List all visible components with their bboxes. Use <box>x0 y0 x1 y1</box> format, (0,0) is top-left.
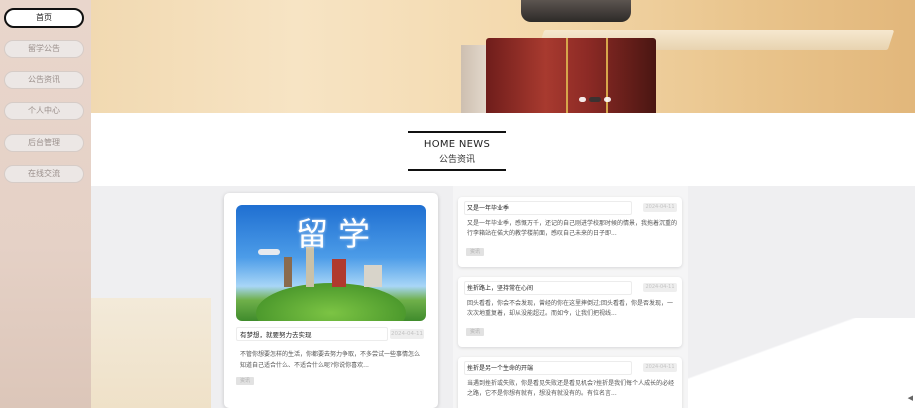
news-title[interactable]: 挫折是另一个生命的开端 <box>467 363 533 372</box>
news-date: 2024-04-11 <box>643 363 677 372</box>
featured-news-summary: 不管你想要怎样的生活，你都要去努力争取，不多尝试一些事情怎么知道自己适合什么、不… <box>240 351 421 369</box>
news-content: 留学 有梦想，就要努力去实现 2024-04-11 不管你想要怎样的生活，你都要… <box>91 186 915 408</box>
sidebar-item-online-chat[interactable]: 在线交流 <box>4 165 84 183</box>
news-list-item[interactable]: 又是一年毕业季 2024-04-11 又是一年毕业季，感慨万千，还记的自己刚进学… <box>458 197 682 267</box>
news-summary: 当遇到挫折或失败，你是看见失败还是看见机会?挫折是我们每个人成长的必经之路，它不… <box>467 380 675 397</box>
section-title-en: HOME NEWS <box>423 139 491 150</box>
news-list-item[interactable]: 挫折是另一个生命的开端 2024-04-11 当遇到挫折或失败，你是看见失败还是… <box>458 357 682 408</box>
sidebar-item-admin[interactable]: 后台管理 <box>4 134 84 152</box>
news-summary: 又是一年毕业季，感慨万千，还记的自己刚进学校那时候的情景，我拖着沉重的行李箱站在… <box>467 220 678 237</box>
carousel-dot-3[interactable] <box>604 97 611 102</box>
landmark-temple <box>332 259 346 287</box>
banner-book-stack <box>486 38 656 113</box>
featured-news-card[interactable]: 留学 有梦想，就要努力去实现 2024-04-11 不管你想要怎样的生活，你都要… <box>224 193 438 408</box>
banner-object <box>521 0 631 22</box>
sidebar-item-home[interactable]: 首页 <box>4 8 84 28</box>
carousel-indicators <box>579 97 611 102</box>
news-tag[interactable]: 资讯 <box>466 248 484 256</box>
news-date: 2024-04-11 <box>643 203 677 212</box>
news-date: 2024-04-11 <box>643 283 677 292</box>
news-summary: 回头看看，你会不会发现，曾经的你在这里摔倒过;回头看看，你是否发现，一次次地重复… <box>467 300 674 317</box>
news-list-item[interactable]: 挫折路上，坚持常在心间 2024-04-11 回头看看，你会不会发现，曾经的你在… <box>458 277 682 347</box>
news-title[interactable]: 挫折路上，坚持常在心间 <box>467 283 533 292</box>
news-tag[interactable]: 资讯 <box>466 328 484 336</box>
sidebar-nav: 首页 留学公告 公告资讯 个人中心 后台管理 在线交流 <box>0 0 91 408</box>
featured-news-image[interactable]: 留学 <box>236 205 426 321</box>
news-list: 又是一年毕业季 2024-04-11 又是一年毕业季，感慨万千，还记的自己刚进学… <box>453 186 688 408</box>
landmark-building <box>364 265 382 287</box>
featured-image-text: 留学 <box>296 215 381 253</box>
landmark-tower <box>284 257 292 287</box>
airplane-icon <box>258 249 280 255</box>
carousel-dot-2[interactable] <box>589 97 601 102</box>
section-header: HOME NEWS 公告资讯 <box>91 113 915 186</box>
section-title-box: HOME NEWS 公告资讯 <box>408 131 506 171</box>
section-title-cn: 公告资讯 <box>438 155 475 165</box>
scroll-left-arrow-icon[interactable]: ◀ <box>908 394 913 402</box>
news-title[interactable]: 又是一年毕业季 <box>467 203 509 212</box>
background-decoration <box>91 298 211 408</box>
globe-hill <box>256 283 406 321</box>
featured-news-title[interactable]: 有梦想，就要努力去实现 <box>240 329 312 339</box>
featured-title-row: 有梦想，就要努力去实现 2024-04-11 <box>236 327 426 341</box>
carousel-dot-1[interactable] <box>579 97 586 102</box>
featured-news-tag[interactable]: 资讯 <box>236 377 254 385</box>
sidebar-item-news[interactable]: 公告资讯 <box>4 71 84 89</box>
featured-news-date: 2024-04-11 <box>390 329 424 339</box>
sidebar-item-study-abroad-notice[interactable]: 留学公告 <box>4 40 84 58</box>
hero-banner <box>91 0 915 113</box>
sidebar-item-personal-center[interactable]: 个人中心 <box>4 102 84 120</box>
